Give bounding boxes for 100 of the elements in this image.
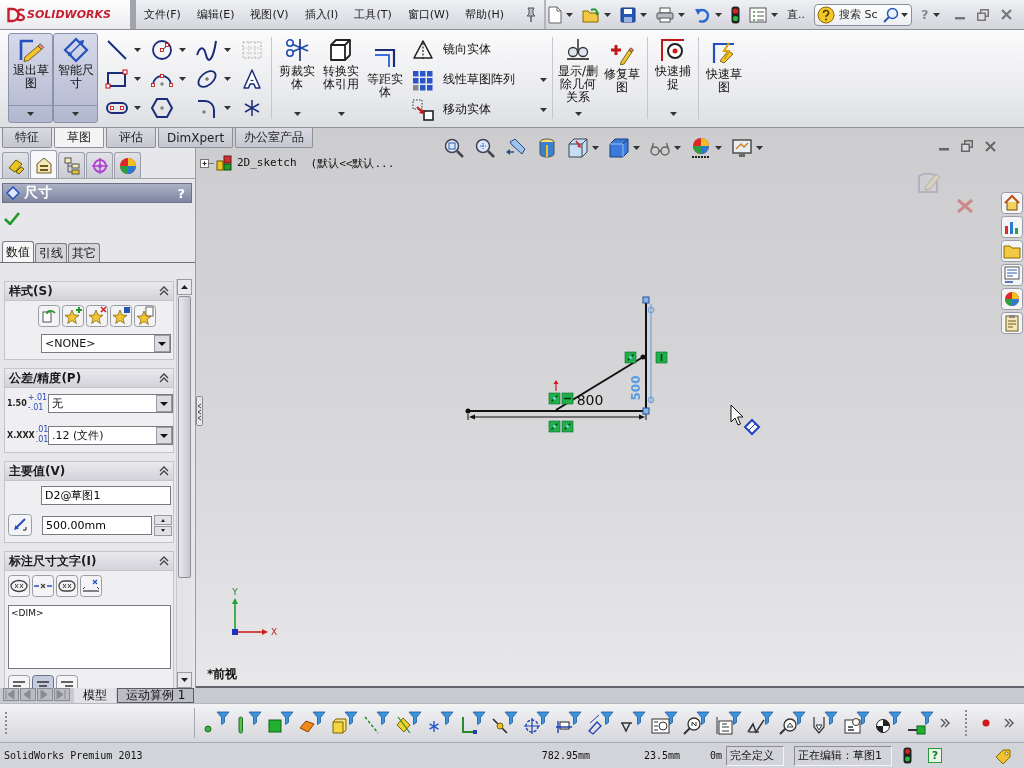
filter-edge-icon[interactable]	[235, 711, 262, 735]
command-tab[interactable]: 办公室产品	[235, 128, 314, 148]
bottom-tab[interactable]: 模型	[74, 688, 116, 703]
rounded-box-icon[interactable]	[56, 575, 78, 597]
toolbar-grip-icon[interactable]	[4, 710, 8, 736]
relation-icon[interactable]	[624, 351, 637, 364]
restore-icon[interactable]	[976, 8, 989, 21]
scrollbar-thumb[interactable]	[178, 296, 191, 578]
caret-icon[interactable]	[604, 12, 611, 17]
dimension-line[interactable]	[467, 413, 647, 421]
rapid-sketch-button[interactable]: 快速草图	[702, 33, 746, 123]
toolbar-grip-icon[interactable]	[964, 709, 968, 737]
search-icon[interactable]	[883, 6, 899, 23]
caret-icon[interactable]	[678, 12, 685, 17]
scroll-up-icon[interactable]	[177, 279, 192, 295]
collapse-icon[interactable]	[159, 466, 169, 476]
relation-icon[interactable]	[548, 420, 561, 433]
close-icon[interactable]	[985, 140, 996, 152]
command-tab[interactable]: 草图	[54, 128, 104, 148]
checkmark-icon[interactable]	[4, 211, 20, 225]
filter-center-mass-icon[interactable]	[875, 711, 902, 735]
move-entities-button[interactable]: 移动实体	[411, 96, 549, 123]
filter-axis-icon[interactable]	[363, 711, 390, 735]
collapse-icon[interactable]	[159, 556, 169, 566]
filter-dimension-icon[interactable]	[555, 711, 582, 735]
panel-tab[interactable]	[114, 152, 141, 178]
scrollbar[interactable]	[176, 279, 192, 688]
spin-up-icon[interactable]	[154, 514, 172, 525]
filter-table-icon[interactable]	[651, 711, 678, 735]
caret-icon[interactable]	[179, 47, 186, 52]
undo-arrow-icon[interactable]	[694, 6, 711, 23]
caret-icon[interactable]	[674, 146, 681, 150]
panel-tab[interactable]	[58, 152, 85, 178]
repair-sketch-button[interactable]: 修复草图	[600, 33, 644, 123]
filter-face-icon[interactable]	[267, 711, 294, 735]
caret-icon[interactable]	[72, 112, 79, 116]
caret-icon[interactable]	[134, 105, 141, 110]
command-tab[interactable]: 评估	[106, 128, 156, 148]
caret-icon[interactable]	[756, 146, 763, 150]
exit-sketch-button[interactable]: 退出草图	[8, 33, 53, 123]
filter-sketch-point-icon[interactable]	[427, 711, 454, 735]
menu-item[interactable]: 视图(V)	[242, 5, 297, 24]
menu-item[interactable]: 窗口(W)	[399, 5, 458, 24]
precision-dropdown[interactable]: .12 (文件)	[48, 425, 173, 445]
relation-icon[interactable]	[561, 392, 574, 405]
caret-icon[interactable]	[337, 112, 345, 116]
tag-icon[interactable]	[994, 747, 1012, 764]
clipboard-icon[interactable]	[1001, 312, 1023, 334]
collapse-icon[interactable]	[159, 373, 169, 383]
shaded-cube-icon[interactable]	[608, 137, 630, 159]
line-icon[interactable]	[105, 38, 129, 61]
property-tab[interactable]: 数值	[2, 241, 34, 262]
menu-item[interactable]: 插入(I)	[296, 5, 347, 24]
sketch-point[interactable]	[465, 408, 471, 414]
caret-icon[interactable]	[715, 146, 722, 150]
color-ball-icon[interactable]	[690, 137, 712, 159]
filter-weld-icon[interactable]	[619, 711, 646, 735]
bar-chart-icon[interactable]	[1001, 216, 1023, 238]
caret-icon[interactable]	[566, 12, 573, 17]
search-box[interactable]: 搜索 Sc	[814, 3, 912, 26]
caret-icon[interactable]	[592, 146, 599, 150]
filter-center-mark-icon[interactable]	[523, 711, 550, 735]
dimension-name-field[interactable]: D2@草图1	[41, 486, 171, 505]
linear-pattern-button[interactable]: 线性草图阵列	[411, 66, 549, 93]
filter-block-icon[interactable]	[843, 711, 870, 735]
caret-icon[interactable]	[134, 47, 141, 52]
relation-icon[interactable]	[655, 351, 668, 364]
caret-icon[interactable]	[932, 12, 940, 17]
search-field[interactable]: 搜索 Sc	[837, 8, 881, 21]
help-button[interactable]: ?	[928, 748, 942, 763]
spline-icon[interactable]	[195, 38, 219, 61]
caret-icon[interactable]	[134, 76, 141, 81]
panel-tab[interactable]	[2, 152, 29, 178]
filter-note-icon[interactable]	[715, 711, 742, 735]
offset-button[interactable]: 等距实体	[363, 33, 407, 123]
caret-icon[interactable]	[179, 76, 186, 81]
dimension-text-field[interactable]: <DIM>	[8, 605, 171, 669]
filter-note-search-icon[interactable]	[683, 711, 710, 735]
text-tool-icon[interactable]	[240, 67, 264, 90]
close-icon[interactable]	[1000, 9, 1012, 20]
sketch-endpoint[interactable]	[642, 296, 650, 304]
more-chevron-icon[interactable]	[1004, 718, 1014, 728]
monitor-icon[interactable]	[731, 137, 753, 159]
caret-icon[interactable]	[540, 107, 547, 112]
collapse-handle[interactable]	[196, 396, 203, 426]
smart-dimension-button[interactable]: 智能尺寸	[53, 33, 98, 123]
hexagon-icon[interactable]	[150, 96, 174, 119]
caret-icon[interactable]	[574, 112, 582, 116]
tree-item[interactable]: 2D_sketch (默认<<默认...	[237, 155, 395, 171]
caret-icon[interactable]	[901, 12, 908, 17]
collapse-icon[interactable]	[159, 286, 169, 296]
scroll-down-icon[interactable]	[177, 672, 192, 688]
restore-icon[interactable]	[961, 140, 973, 152]
zoom-fit-icon[interactable]	[443, 137, 465, 159]
command-tab[interactable]: DimXpert	[158, 128, 234, 148]
filter-solid-icon[interactable]	[331, 711, 358, 735]
caret-icon[interactable]	[633, 146, 640, 150]
sketch-point[interactable]	[640, 354, 646, 360]
sketch-line[interactable]	[555, 356, 644, 411]
property-tab[interactable]: 其它	[68, 243, 100, 262]
